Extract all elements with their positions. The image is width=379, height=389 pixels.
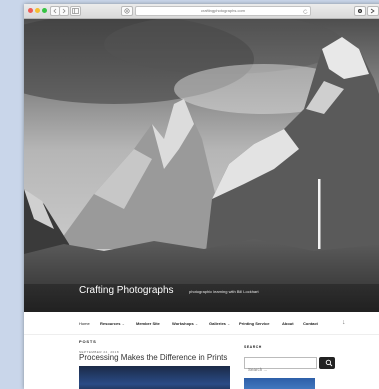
nav-item-label: Printing Service — [239, 321, 270, 326]
forward-button[interactable] — [59, 6, 69, 16]
nav-item-label: Resources — [100, 321, 121, 326]
minimize-window-button[interactable] — [35, 8, 40, 13]
mountain-landscape-image — [24, 19, 379, 312]
post-featured-image[interactable] — [79, 366, 230, 389]
nav-item-label: Member Site — [136, 321, 160, 326]
more-icon — [370, 8, 375, 14]
address-bar[interactable]: craftingphotographs.com — [135, 6, 311, 16]
nav-item-workshops[interactable]: Workshops ⌄ — [172, 321, 198, 326]
nav-item-printing-service[interactable]: Printing Service — [239, 321, 269, 326]
chevron-down-icon: ⌄ — [121, 321, 125, 326]
site-tagline: photographic learning with Bill Lockhart — [189, 289, 259, 294]
more-button[interactable] — [367, 6, 379, 16]
nav-item-label: About — [282, 321, 294, 326]
chevron-down-icon: ⌄ — [227, 321, 231, 326]
nav-item-home[interactable]: Home — [79, 321, 90, 326]
arrow-down-icon[interactable]: ↓ — [342, 319, 346, 326]
search-field[interactable] — [244, 357, 317, 375]
browser-window: craftingphotographs.com Crafting Photogr… — [24, 4, 379, 389]
gear-icon — [358, 9, 362, 13]
chevron-right-icon — [62, 8, 66, 14]
search-submit-button[interactable] — [319, 357, 335, 369]
nav-item-label: Workshops — [172, 321, 194, 326]
search-input[interactable] — [245, 364, 314, 375]
nav-item-label: Contact — [303, 321, 318, 326]
shield-icon — [124, 8, 130, 14]
search-icon — [325, 359, 333, 367]
nav-item-label: Home — [79, 321, 90, 326]
nav-item-about[interactable]: About — [282, 321, 294, 326]
sidebar-icon — [72, 8, 79, 14]
nav-item-resources[interactable]: Resources ⌄ — [100, 321, 125, 326]
nav-item-member-site[interactable]: Member Site — [136, 321, 160, 326]
site-title[interactable]: Crafting Photographs — [79, 285, 174, 296]
hero-image — [24, 19, 379, 312]
browser-toolbar: craftingphotographs.com — [24, 4, 379, 19]
nav-item-contact[interactable]: Contact — [303, 321, 318, 326]
address-text: craftingphotographs.com — [200, 8, 246, 13]
close-window-button[interactable] — [28, 8, 33, 13]
main-navigation: Home Resources ⌄ Member Site Workshops ⌄… — [24, 313, 379, 335]
sidebar-image[interactable] — [244, 378, 315, 389]
zoom-window-button[interactable] — [42, 8, 47, 13]
posts-section-label: POSTS — [79, 339, 97, 344]
nav-item-label: Galleries — [209, 321, 226, 326]
search-widget-title: SEARCH — [244, 345, 262, 349]
nav-item-galleries[interactable]: Galleries ⌄ — [209, 321, 230, 326]
chevron-left-icon — [53, 8, 57, 14]
reload-icon[interactable] — [303, 9, 308, 14]
sidebar-button[interactable] — [70, 6, 81, 16]
chevron-down-icon: ⌄ — [194, 321, 199, 326]
share-button[interactable] — [354, 6, 366, 16]
post-title[interactable]: Processing Makes the Difference in Print… — [79, 353, 227, 362]
privacy-button[interactable] — [121, 6, 133, 16]
